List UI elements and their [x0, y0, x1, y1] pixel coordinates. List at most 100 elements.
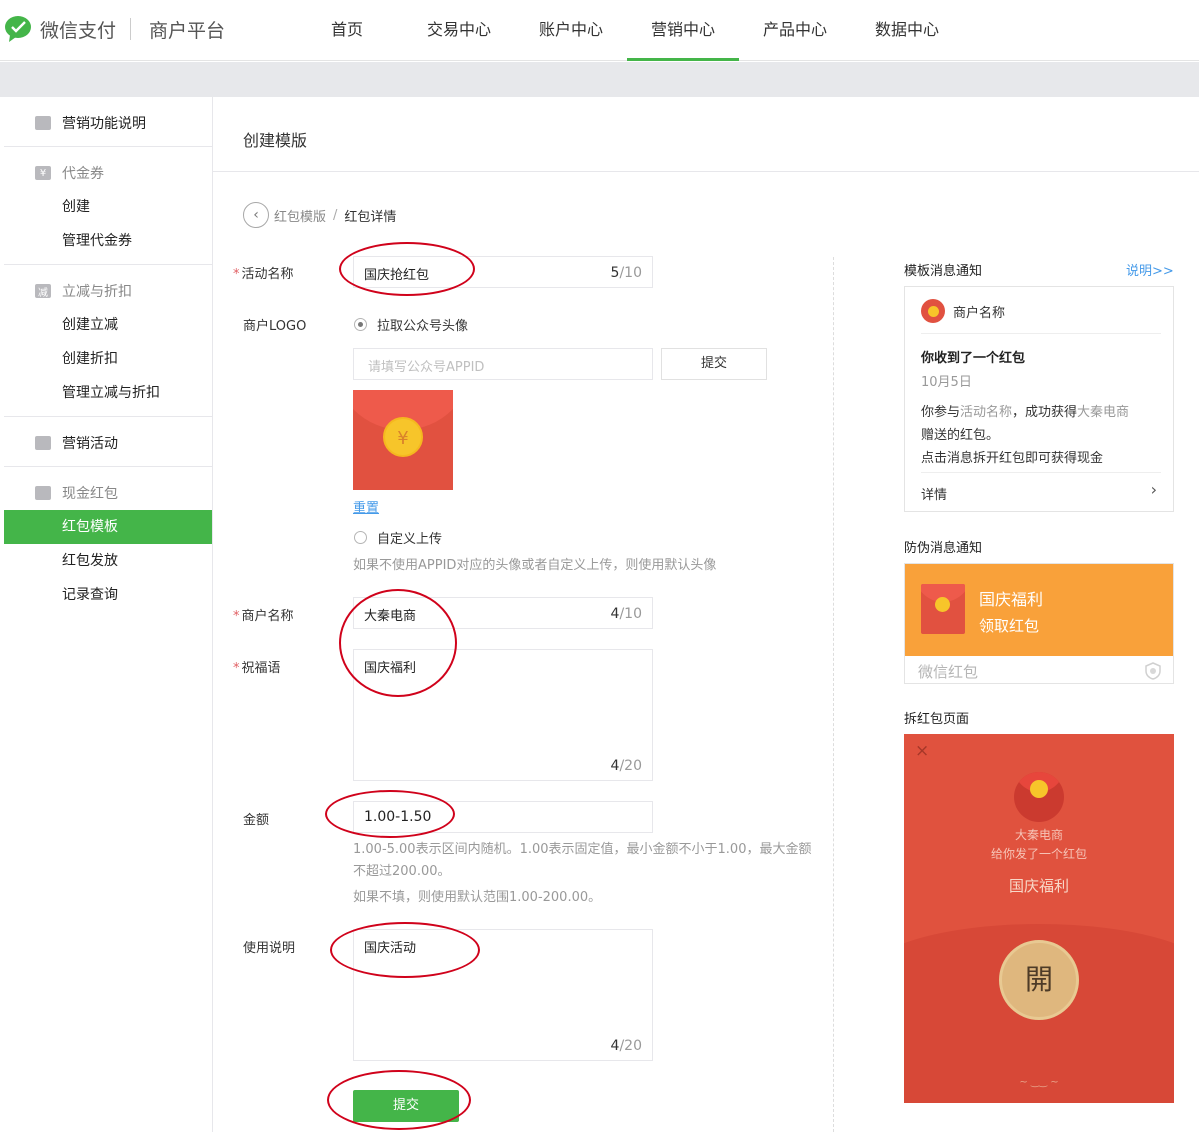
appid-input[interactable]: 请填写公众号APPID	[353, 348, 653, 380]
sidebar-item-intro[interactable]: 营销功能说明	[4, 106, 212, 140]
msg-merchant: 商户名称	[953, 305, 1006, 321]
radio-label: 自定义上传	[377, 532, 443, 547]
open-sender: 大秦电商	[1014, 828, 1063, 842]
wechat-pay-logo[interactable]: 微信支付 商户平台	[4, 14, 225, 44]
sidebar-item-create-discount[interactable]: 创建折扣	[4, 342, 212, 376]
nav-home[interactable]: 首页	[291, 0, 403, 61]
breadcrumb: ‹ 红包模版 / 红包详情	[243, 202, 396, 228]
blessing-label: * 祝福语	[233, 657, 281, 676]
nav-account[interactable]: 账户中心	[515, 0, 627, 61]
anti-msg-title: 防伪消息通知	[904, 541, 983, 556]
anti-card-banner: 国庆福利 领取红包	[905, 564, 1173, 656]
help-link[interactable]: 说明>>	[1126, 260, 1174, 279]
amount-default-hint: 如果不填，则使用默认范围1.00-200.00。	[353, 890, 602, 905]
sidebar-item-redpack-send[interactable]: 红包发放	[4, 544, 212, 578]
label-text: 活动名称	[241, 267, 294, 282]
msg-text: ，成功获得	[1012, 405, 1078, 420]
nav-trade[interactable]: 交易中心	[403, 0, 515, 61]
template-msg-card: 商户名称 你收到了一个红包 10月5日 你参与活动名称，成功获得大秦电商 赠送的…	[904, 286, 1174, 512]
msg-merchant-highlight: 大秦电商	[1077, 405, 1130, 420]
sidebar-item-create-reduction[interactable]: 创建立减	[4, 308, 212, 342]
annotation-circle	[330, 922, 480, 978]
char-counter: 4/10	[611, 606, 642, 622]
sidebar-item-manage-coupon[interactable]: 管理代金券	[4, 224, 212, 258]
msg-text: 你参与	[921, 405, 961, 420]
usage-label: 使用说明	[243, 941, 296, 956]
section-divider	[833, 257, 834, 1132]
anti-title: 国庆福利	[979, 590, 1044, 609]
counter-max: /10	[619, 265, 642, 281]
label-text: 祝福语	[241, 661, 281, 676]
nav-product[interactable]: 产品中心	[739, 0, 851, 61]
page-title: 创建模版	[213, 97, 1199, 172]
nav-marketing[interactable]: 营销中心	[627, 0, 739, 61]
msg-body: 你参与活动名称，成功获得大秦电商 赠送的红包。 点击消息拆开红包即可获得现金	[921, 401, 1161, 470]
counter-max: /20	[619, 1038, 642, 1054]
sidebar-item-record-query[interactable]: 记录查询	[4, 578, 212, 612]
sidebar-group-coupon: ¥ 代金券 创建 管理代金券	[4, 147, 212, 265]
coupon-icon: ¥	[35, 166, 51, 180]
radio-custom-upload[interactable]: 自定义上传	[354, 528, 442, 547]
anti-footer: 微信红包	[918, 663, 979, 681]
sidebar-group-discount: 减 立减与折扣 创建立减 创建折扣 管理立减与折扣	[4, 265, 212, 417]
top-header: 微信支付 商户平台 首页 交易中心 账户中心 营销中心 产品中心 数据中心	[0, 0, 1199, 61]
appid-submit-button[interactable]: 提交	[661, 348, 767, 380]
sidebar-item-create-coupon[interactable]: 创建	[4, 190, 212, 224]
back-arrow-icon[interactable]: ‹	[243, 202, 269, 228]
annotation-circle	[339, 589, 457, 697]
breadcrumb-current: 红包详情	[344, 209, 397, 225]
msg-detail[interactable]: 详情	[921, 484, 947, 503]
sender-avatar-icon	[1014, 772, 1064, 822]
radio-pull-avatar[interactable]: 拉取公众号头像	[354, 315, 468, 334]
radio-label: 拉取公众号头像	[377, 319, 469, 334]
counter-max: /10	[619, 606, 642, 622]
sidebar-head-label: 立减与折扣	[62, 284, 132, 300]
header-band	[0, 62, 1199, 97]
amount-hint: 1.00-5.00表示区间内随机。1.00表示固定值，最小金额不小于1.00，最…	[353, 839, 833, 883]
counter-max: /20	[619, 758, 642, 774]
open-blessing: 国庆福利	[1008, 877, 1069, 895]
radio-checked-icon	[354, 318, 367, 331]
radio-unchecked-icon	[354, 531, 367, 544]
sidebar: 营销功能说明 ¥ 代金券 创建 管理代金券 减 立减与折扣 创建立减 创建折扣 …	[4, 97, 213, 1132]
wechat-logo-icon	[5, 16, 31, 42]
label-text: 商户名称	[241, 609, 294, 624]
sidebar-item-manage-discount[interactable]: 管理立减与折扣	[4, 376, 212, 410]
logo-label: 商户LOGO	[243, 319, 307, 334]
main-content: 创建模版 ‹ 红包模版 / 红包详情 * 活动名称 国庆抢红包 5/10 商户LO…	[213, 97, 1199, 1132]
required-mark: *	[233, 267, 240, 282]
nav-data[interactable]: 数据中心	[851, 0, 963, 61]
sidebar-item-label: 营销活动	[62, 436, 118, 452]
discount-icon: 减	[35, 284, 51, 299]
main-nav: 首页 交易中心 账户中心 营销中心 产品中心 数据中心	[291, 0, 963, 61]
gift-icon	[35, 436, 51, 450]
sidebar-item-activity[interactable]: 营销活动	[4, 426, 212, 460]
char-counter: 4/20	[611, 1038, 642, 1054]
reset-link[interactable]: 重置	[353, 497, 379, 516]
merchant-name-label: * 商户名称	[233, 605, 294, 624]
sidebar-item-label: 营销功能说明	[62, 116, 146, 132]
msg-header: 商户名称	[921, 299, 1005, 323]
sidebar-group-intro: 营销功能说明	[4, 97, 212, 147]
close-icon: ×	[915, 741, 930, 761]
open-page-title: 拆红包页面	[904, 712, 970, 727]
divider	[921, 333, 1161, 334]
amount-hint-line1: 1.00-5.00表示区间内随机。1.00表示固定值，最小金额不小于1.00，最…	[353, 842, 812, 857]
shield-icon	[1145, 662, 1161, 680]
sidebar-item-redpack-template[interactable]: 红包模板	[4, 510, 212, 544]
sidebar-group-activity: 营销活动	[4, 417, 212, 467]
open-button: 開	[999, 940, 1079, 1020]
amount-label: 金额	[243, 813, 270, 828]
open-redpack-card: × 大秦电商 给你发了一个红包 国庆福利 開 ~ ‿‿ ~	[904, 734, 1174, 1103]
sidebar-group-redpack: 现金红包 红包模板 红包发放 记录查询	[4, 467, 212, 618]
red-envelope-icon	[921, 584, 965, 634]
book-icon	[35, 116, 51, 130]
platform-name: 商户平台	[149, 19, 226, 42]
annotation-circle	[325, 790, 455, 838]
msg-activity: 活动名称	[960, 405, 1013, 420]
breadcrumb-parent[interactable]: 红包模版	[274, 206, 326, 225]
sidebar-head-discount: 减 立减与折扣	[4, 274, 212, 308]
required-mark: *	[233, 661, 240, 676]
activity-name-label: * 活动名称	[233, 263, 294, 282]
sidebar-head-redpack: 现金红包	[4, 476, 212, 510]
